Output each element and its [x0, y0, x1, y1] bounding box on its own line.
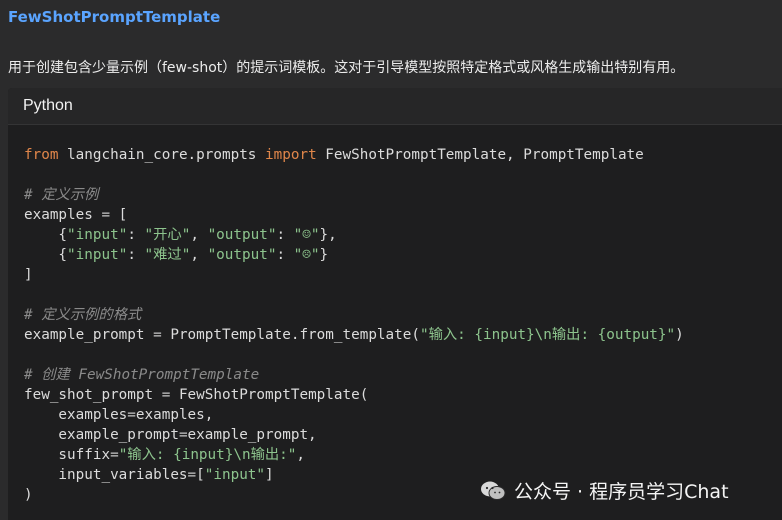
code-token: : [276, 227, 294, 243]
code-token: "☹" [293, 247, 320, 263]
code-token: "output" [207, 227, 277, 243]
code-token: "输入: {input}\n输出:" [118, 447, 297, 463]
code-line: examples=examples, [24, 405, 684, 425]
code-token: = [153, 327, 162, 343]
code-token: = [187, 467, 197, 483]
code-token: import [265, 147, 317, 163]
code-token: : [127, 227, 145, 243]
code-token: = [127, 407, 136, 423]
code-content[interactable]: from langchain_core.prompts import FewSh… [24, 145, 684, 505]
code-token: examples [24, 407, 128, 423]
watermark-text: 公众号 · 程序员学习Chat [514, 481, 729, 503]
code-token: = [101, 207, 111, 223]
code-language-label: Python [23, 97, 73, 114]
code-token: PromptTemplate.from_template( [161, 327, 420, 343]
code-token: from [24, 147, 59, 163]
code-line: example_prompt = PromptTemplate.from_tem… [24, 325, 684, 345]
code-line: examples = [ [24, 205, 684, 225]
code-line: # 定义示例的格式 [24, 305, 684, 325]
code-line: {"input": "开心", "output": "☺"}, [24, 225, 684, 245]
code-token: few_shot_prompt [24, 387, 162, 403]
section-description: 用于创建包含少量示例（few-shot）的提示词模板。这对于引导模型按照特定格式… [8, 60, 685, 76]
code-token: ] [265, 467, 274, 483]
code-token: FewShotPromptTemplate, PromptTemplate [316, 147, 644, 163]
watermark: 公众号 · 程序员学习Chat [480, 477, 729, 504]
code-token: = [110, 447, 119, 463]
code-line: from langchain_core.prompts import FewSh… [24, 145, 684, 165]
code-token: examples, [135, 407, 214, 423]
code-token: { [24, 227, 68, 243]
code-line: # 创建 FewShotPromptTemplate [24, 365, 684, 385]
code-line: {"input": "难过", "output": "☹"} [24, 245, 684, 265]
code-token: "输入: {input}\n输出: {output}" [419, 327, 676, 343]
code-token: "难过" [144, 247, 191, 263]
code-token: , [296, 447, 305, 463]
code-block: Python from langchain_core.prompts impor… [8, 88, 782, 520]
code-line: suffix="输入: {input}\n输出:", [24, 445, 684, 465]
section-heading: FewShotPromptTemplate [8, 8, 221, 26]
code-token: [ [196, 467, 205, 483]
code-token: # 创建 FewShotPromptTemplate [24, 367, 260, 383]
code-token: ] [24, 267, 33, 283]
code-token: example_prompt [24, 427, 179, 443]
code-token: , [190, 227, 208, 243]
code-token: # 定义示例 [24, 187, 99, 203]
code-line: example_prompt=example_prompt, [24, 425, 684, 445]
code-token: "input" [67, 247, 128, 263]
code-line: few_shot_prompt = FewShotPromptTemplate( [24, 385, 684, 405]
code-token: }, [319, 227, 337, 243]
wechat-icon [481, 481, 506, 500]
code-token: ) [24, 487, 33, 503]
code-token: suffix [24, 447, 111, 463]
code-token: "input" [204, 467, 266, 483]
code-token: [ [110, 207, 128, 223]
code-token: : [276, 247, 294, 263]
code-token: FewShotPromptTemplate( [170, 387, 369, 403]
code-token: ) [675, 327, 684, 343]
code-line: ] [24, 265, 684, 285]
code-token: # 定义示例的格式 [24, 307, 142, 323]
code-token: = [178, 427, 188, 443]
code-token: example_prompt, [187, 427, 317, 443]
code-token: "开心" [144, 227, 191, 243]
code-token: { [24, 247, 68, 263]
code-token: } [319, 247, 329, 263]
code-token: "☺" [293, 227, 320, 243]
code-token: examples [24, 207, 102, 223]
code-token: "input" [67, 227, 128, 243]
code-token: "output" [207, 247, 277, 263]
code-line: # 定义示例 [24, 185, 684, 205]
code-token: : [127, 247, 145, 263]
code-token: input_variables [24, 467, 188, 483]
code-token: langchain_core.prompts [58, 147, 266, 163]
code-token: , [190, 247, 208, 263]
code-block-header: Python [8, 88, 782, 125]
code-token: example_prompt [24, 327, 154, 343]
